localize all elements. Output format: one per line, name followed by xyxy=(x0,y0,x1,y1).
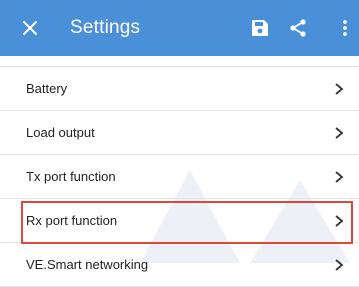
chevron-right-icon xyxy=(335,83,344,95)
settings-item-label: Rx port function xyxy=(26,213,118,228)
settings-item-tx-port-function[interactable]: Tx port function xyxy=(0,155,359,199)
save-icon xyxy=(252,20,268,36)
settings-item-ve-smart-networking[interactable]: VE.Smart networking xyxy=(0,243,359,287)
chevron-right-icon xyxy=(335,215,344,227)
share-button[interactable] xyxy=(286,16,310,40)
settings-list: Battery Load output Tx port function Rx … xyxy=(0,67,359,287)
app-bar: Settings xyxy=(0,0,359,56)
save-button[interactable] xyxy=(248,16,272,40)
share-icon xyxy=(290,19,306,37)
more-options-button[interactable] xyxy=(333,16,357,40)
settings-item-label: Load output xyxy=(26,125,95,140)
settings-item-label: VE.Smart networking xyxy=(26,257,149,272)
chevron-right-icon xyxy=(335,127,344,139)
more-vertical-icon xyxy=(343,20,347,36)
settings-item-label: Battery xyxy=(26,81,68,96)
settings-item-rx-port-function[interactable]: Rx port function xyxy=(0,199,359,244)
settings-item-battery[interactable]: Battery xyxy=(0,67,359,111)
close-icon xyxy=(23,21,37,35)
page-title: Settings xyxy=(70,17,141,38)
chevron-right-icon xyxy=(335,171,344,183)
settings-item-label: Tx port function xyxy=(26,169,116,184)
close-button[interactable] xyxy=(18,16,42,40)
settings-item-load-output[interactable]: Load output xyxy=(0,111,359,155)
chevron-right-icon xyxy=(335,259,344,271)
